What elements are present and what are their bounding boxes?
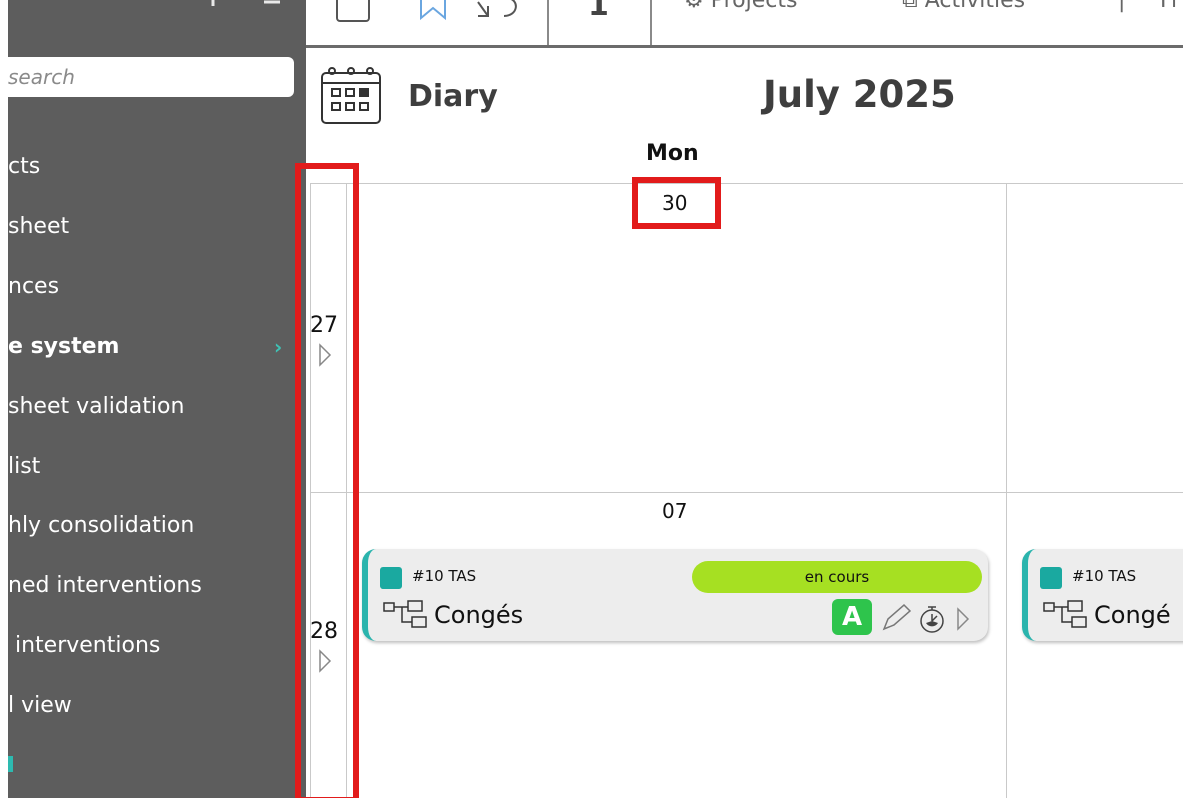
grid-line (1006, 183, 1007, 798)
new-item-icon[interactable] (336, 0, 370, 22)
sidebar-item-list[interactable]: list (8, 447, 306, 487)
sidebar-bottom-indicator (8, 756, 13, 772)
sidebar-item-planned-interventions[interactable]: ned interventions (8, 566, 306, 606)
bookmark-icon[interactable] (418, 0, 448, 26)
pin-icon[interactable] (202, 0, 224, 13)
event-actions (878, 601, 982, 639)
event-code: #10 TAS (1072, 567, 1137, 585)
event-color-swatch (380, 567, 402, 589)
sidebar-item-label: ned interventions (8, 573, 202, 598)
menu-icon[interactable] (252, 0, 282, 13)
tab-more[interactable]: Fi (1160, 0, 1177, 13)
tab-activities[interactable]: ⧉ Activities (902, 0, 1025, 13)
sidebar-item-label: cts (8, 154, 41, 179)
play-icon (957, 607, 970, 631)
sidebar-top-icons (178, 0, 306, 16)
event-code: #10 TAS (412, 567, 477, 585)
highlight-box-date (632, 177, 721, 229)
sidebar-item-absences[interactable]: nces (8, 267, 306, 307)
sidebar-item-label: l view (8, 693, 72, 718)
event-title: Congé (1094, 601, 1171, 629)
event-color-swatch (1040, 567, 1062, 589)
tree-icon (1042, 599, 1090, 633)
sidebar-search-input[interactable] (8, 57, 294, 97)
tab-projects[interactable]: ⚙ Projects (684, 0, 797, 13)
diary-header: Diary July 2025 Mon (306, 51, 1183, 183)
gear-icon: ⚙ (684, 0, 711, 13)
highlight-box-week-column (295, 163, 359, 798)
toolbar-separator (547, 0, 549, 45)
sidebar: cts sheet nces e system › sheet validati… (8, 0, 306, 798)
sidebar-item-projects[interactable]: cts (8, 147, 306, 187)
event-card[interactable]: #10 TAS Congé (1022, 549, 1183, 641)
sidebar-item-interventions[interactable]: interventions (8, 626, 306, 666)
grid-line (310, 183, 1183, 184)
assignee-badge[interactable]: A (832, 599, 872, 635)
sidebar-item-label: sheet validation (8, 394, 185, 419)
day-column-header: Mon (646, 141, 699, 166)
month-title: July 2025 (763, 73, 956, 116)
status-badge: en cours (692, 561, 982, 593)
calendar-grid: 27 30 28 07 #10 TAS Congés en cours A #1… (306, 183, 1183, 798)
sidebar-item-system[interactable]: e system › (8, 327, 306, 367)
sidebar-item-global-view[interactable]: l view (8, 686, 306, 726)
sidebar-item-label: list (8, 454, 41, 479)
page-title: Diary (408, 79, 498, 114)
calendar-icon (320, 65, 382, 129)
date-cell-number[interactable]: 07 (662, 499, 687, 523)
sidebar-item-monthly-consolidation[interactable]: hly consolidation (8, 506, 306, 546)
grid-line (310, 492, 1183, 493)
window-edge (0, 0, 8, 798)
sidebar-item-label: sheet (8, 214, 70, 239)
timer-icon (920, 606, 944, 633)
sidebar-item-label: hly consolidation (8, 513, 195, 538)
toolbar-separator (650, 0, 652, 45)
toolbar: 1 ⚙ Projects ⧉ Activities | Fi (306, 0, 1183, 48)
edit-icon (882, 603, 912, 631)
undo-icon[interactable] (474, 0, 524, 28)
sidebar-item-label: e system (8, 334, 120, 359)
activities-icon: ⧉ (902, 0, 925, 13)
app-window: cts sheet nces e system › sheet validati… (0, 0, 1183, 798)
chevron-right-icon: › (274, 335, 283, 359)
sidebar-item-label: interventions (8, 633, 161, 658)
sidebar-item-timesheet-validation[interactable]: sheet validation (8, 387, 306, 427)
sidebar-item-label: nces (8, 274, 60, 299)
event-title: Congés (434, 601, 524, 629)
toolbar-counter: 1 (588, 0, 609, 23)
sidebar-item-timesheet[interactable]: sheet (8, 207, 306, 247)
tree-icon (382, 599, 430, 633)
toolbar-separator-bar: | (1118, 0, 1126, 13)
event-card[interactable]: #10 TAS Congés en cours A (362, 549, 988, 641)
